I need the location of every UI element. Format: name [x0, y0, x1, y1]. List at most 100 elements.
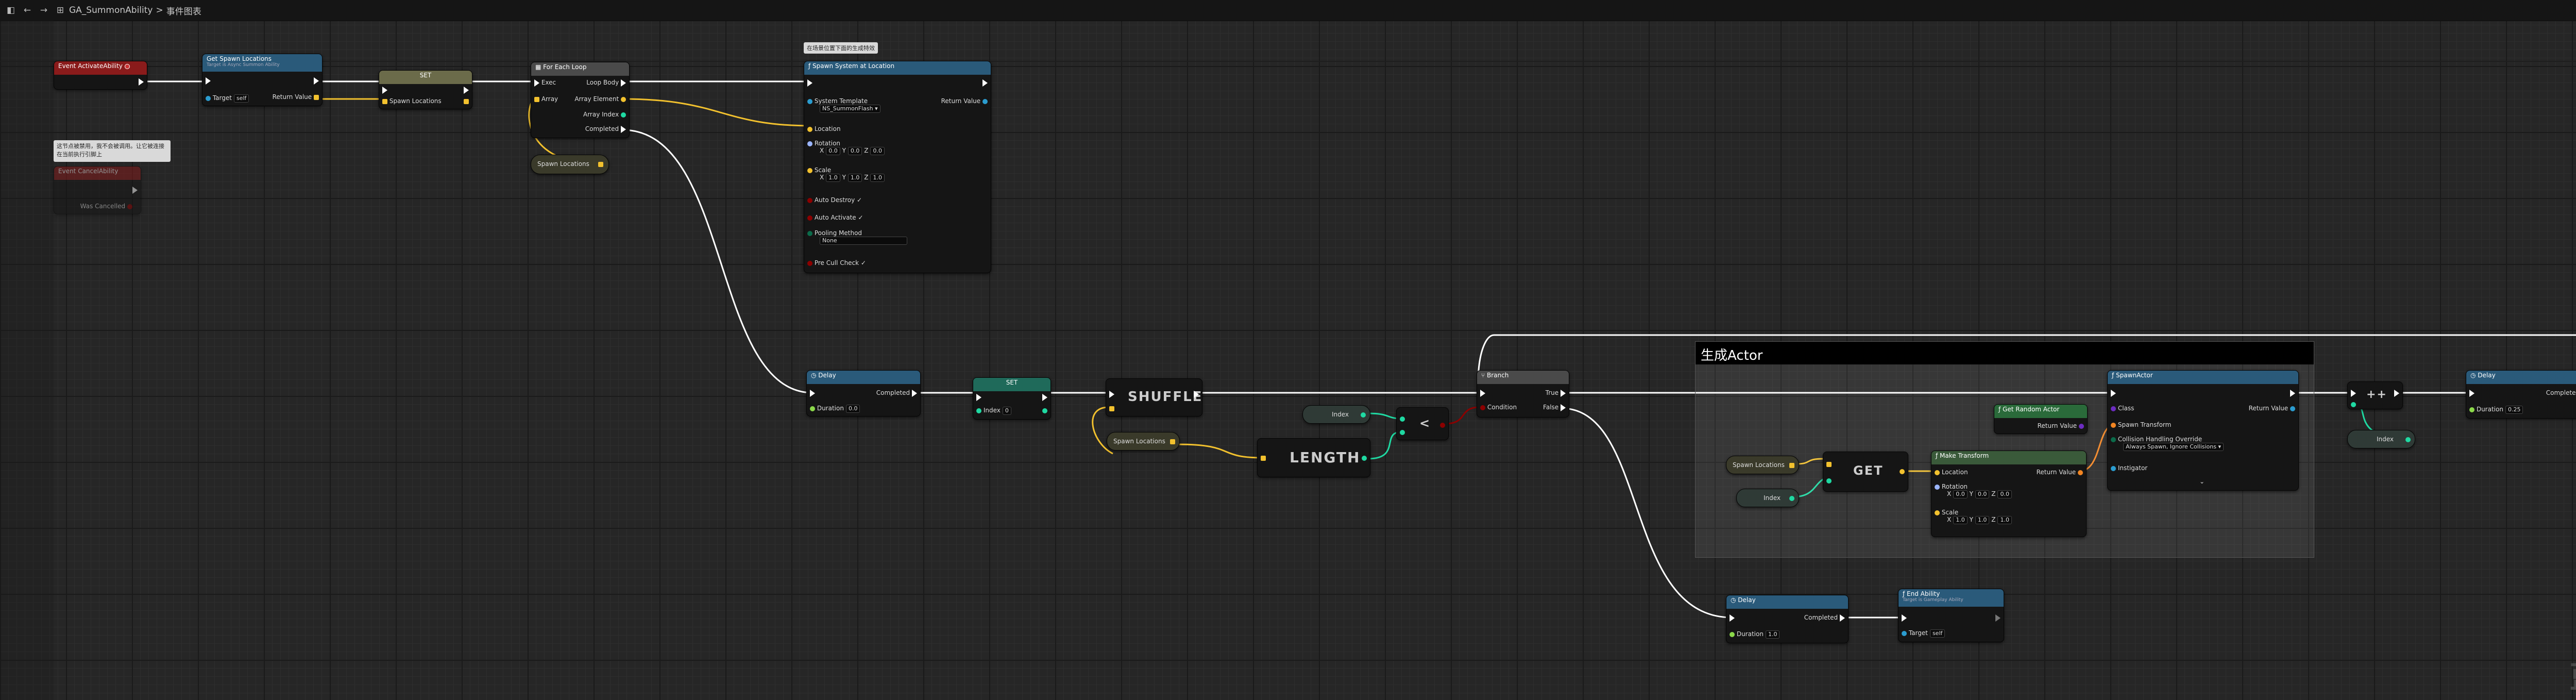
spawn-locations-out-pin[interactable]: [464, 97, 469, 105]
exec-out-pin[interactable]: [1042, 393, 1047, 401]
pre-cull-check-pin[interactable]: Pre Cull Check ✓: [807, 259, 866, 266]
return-value-pin[interactable]: Return Value: [2038, 422, 2084, 429]
exec-out-pin[interactable]: [2290, 389, 2295, 397]
getter-out-pin[interactable]: [598, 160, 603, 168]
target-pin[interactable]: Target self: [1902, 629, 1945, 638]
get-spawn-locations-node[interactable]: Get Spawn Locations Target is Async Summo…: [202, 54, 323, 106]
event-activate-ability-node[interactable]: Event ActivateAbility: [54, 61, 147, 90]
instigator-pin[interactable]: Instigator: [2111, 464, 2147, 472]
exec-out-pin[interactable]: [2394, 389, 2399, 397]
exec-out-pin[interactable]: [464, 86, 469, 94]
delay-node-3[interactable]: ◷ Delay Completed Duration 1.0: [1726, 595, 1849, 643]
duration-pin[interactable]: Duration 0.25: [2469, 406, 2523, 414]
spawn-system-at-location-node[interactable]: ƒ Spawn System at Location System Templa…: [804, 61, 991, 273]
completed-pin[interactable]: Completed: [585, 125, 626, 133]
return-value-pin[interactable]: Return Value: [273, 93, 319, 101]
spawn-locations-getter[interactable]: Spawn Locations: [531, 155, 609, 174]
exec-in-pin[interactable]: [810, 389, 815, 397]
length-node[interactable]: LENGTH: [1257, 438, 1370, 477]
exec-out-pin[interactable]: [982, 79, 988, 87]
index-getter[interactable]: Index: [2347, 430, 2415, 448]
target-pin[interactable]: Target self: [206, 94, 249, 103]
array-element-pin[interactable]: Array Element: [574, 95, 626, 103]
end-ability-node[interactable]: ƒ End Ability Target is Gameplay Ability …: [1898, 589, 2004, 642]
exec-in-pin[interactable]: [382, 86, 387, 94]
exec-in-pin[interactable]: [2351, 389, 2356, 397]
array-pin[interactable]: [1826, 460, 1832, 468]
system-template-dropdown[interactable]: NS_SummonFlash ▾: [820, 105, 880, 113]
a-pin[interactable]: [1400, 415, 1405, 422]
getter-out-pin[interactable]: [1789, 494, 1794, 502]
event-cancel-ability-node[interactable]: Event CancelAbility Was Cancelled: [54, 166, 141, 214]
rotation-pin[interactable]: Rotation X 0.0 Y 0.0 Z 0.0: [1935, 483, 2012, 498]
return-value-pin[interactable]: Return Value: [2249, 405, 2295, 412]
exec-in-pin[interactable]: [2469, 389, 2475, 397]
location-pin[interactable]: Location: [1935, 469, 1968, 476]
less-than-node[interactable]: <: [1396, 407, 1449, 440]
return-value-pin[interactable]: Return Value: [941, 97, 988, 105]
spawn-locations-pin[interactable]: Spawn Locations: [382, 97, 442, 105]
collision-override-pin[interactable]: Collision Handling Override Always Spawn,…: [2111, 436, 2224, 451]
spawn-actor-node[interactable]: ƒ SpawnActor Class Return Value Spawn Tr…: [2107, 370, 2299, 491]
false-pin[interactable]: False: [1543, 404, 1566, 411]
index-getter[interactable]: Index: [1736, 489, 1799, 507]
getter-out-pin[interactable]: [1789, 461, 1794, 469]
scale-pin[interactable]: Scale X 1.0 Y 1.0 Z 1.0: [807, 166, 885, 182]
getter-out-pin[interactable]: [2405, 436, 2411, 443]
make-transform-node[interactable]: ƒ Make Transform Location Return Value R…: [1931, 451, 2087, 537]
spawn-locations-getter[interactable]: Spawn Locations: [1726, 456, 1799, 474]
spawn-locations-getter[interactable]: Spawn Locations: [1107, 432, 1180, 451]
spawn-transform-pin[interactable]: Spawn Transform: [2111, 421, 2171, 428]
b-pin[interactable]: [1400, 428, 1405, 436]
getter-out-pin[interactable]: [1170, 438, 1175, 445]
class-pin[interactable]: Class: [2111, 405, 2134, 412]
branch-node[interactable]: ⑂ Branch Condition True False: [1477, 370, 1569, 418]
exec-out-pin[interactable]: [1995, 614, 2001, 622]
location-pin[interactable]: Location: [807, 125, 841, 132]
exec-in-pin[interactable]: [1109, 390, 1114, 398]
exec-in-pin[interactable]: [2111, 389, 2116, 397]
array-pin[interactable]: Array: [534, 95, 558, 103]
duration-pin[interactable]: Duration 0.0: [810, 405, 860, 413]
exec-out-pin[interactable]: [1194, 390, 1199, 398]
index-getter[interactable]: Index: [1302, 405, 1370, 424]
auto-destroy-pin[interactable]: Auto Destroy ✓: [807, 196, 862, 204]
condition-pin[interactable]: Condition: [1480, 404, 1517, 411]
pooling-method-pin[interactable]: Pooling Method None: [807, 229, 907, 245]
set-spawn-locations-node[interactable]: SET Spawn Locations: [379, 70, 472, 109]
index-pin[interactable]: Index 0: [976, 407, 1011, 415]
shuffle-node[interactable]: SHUFFLE: [1106, 378, 1202, 416]
item-out-pin[interactable]: [1900, 468, 1905, 475]
result-pin[interactable]: [1440, 421, 1445, 428]
array-pin[interactable]: [1261, 454, 1266, 461]
auto-activate-pin[interactable]: Auto Activate ✓: [807, 214, 863, 221]
increment-node[interactable]: ++: [2347, 381, 2403, 409]
exec-in-pin[interactable]: [807, 79, 812, 87]
expand-chevron-icon[interactable]: ⌄: [2199, 478, 2205, 485]
exec-out-pin[interactable]: [139, 78, 144, 86]
target-array-pin[interactable]: [1109, 405, 1114, 412]
exec-out-pin[interactable]: [314, 77, 319, 85]
exec-in-pin[interactable]: [1480, 389, 1485, 397]
system-template-pin[interactable]: System Template NS_SummonFlash ▾: [807, 97, 880, 113]
rotation-pin[interactable]: Rotation X 0.0 Y 0.0 Z 0.0: [807, 140, 885, 155]
exec-in-pin[interactable]: Exec: [534, 79, 556, 87]
scale-pin[interactable]: Scale X 1.0 Y 1.0 Z 1.0: [1935, 509, 2012, 524]
getter-out-pin[interactable]: [1361, 411, 1366, 418]
collision-dropdown[interactable]: Always Spawn, Ignore Collisions ▾: [2123, 443, 2224, 451]
completed-pin[interactable]: Completed: [1804, 614, 1845, 622]
exec-in-pin[interactable]: [976, 393, 981, 401]
completed-pin[interactable]: Completed: [876, 389, 917, 397]
duration-pin[interactable]: Duration 1.0: [1730, 630, 1780, 639]
length-out-pin[interactable]: [1362, 454, 1367, 461]
true-pin[interactable]: True: [1546, 389, 1566, 397]
exec-in-pin[interactable]: [1730, 614, 1735, 622]
array-index-pin[interactable]: Array Index: [583, 111, 626, 118]
index-out-pin[interactable]: [1042, 407, 1047, 414]
was-cancelled-pin[interactable]: Was Cancelled: [80, 203, 132, 210]
for-each-loop-node[interactable]: ▦ For Each Loop Exec Array Loop Body Arr…: [531, 62, 630, 138]
delay-node-1[interactable]: ◷ Delay Completed Duration 0.0: [806, 370, 921, 416]
pooling-dropdown[interactable]: None: [820, 237, 907, 245]
delay-node-2[interactable]: ◷ Delay Completed Duration0.25: [2466, 370, 2576, 419]
set-index-node[interactable]: SET Index 0: [973, 377, 1051, 420]
